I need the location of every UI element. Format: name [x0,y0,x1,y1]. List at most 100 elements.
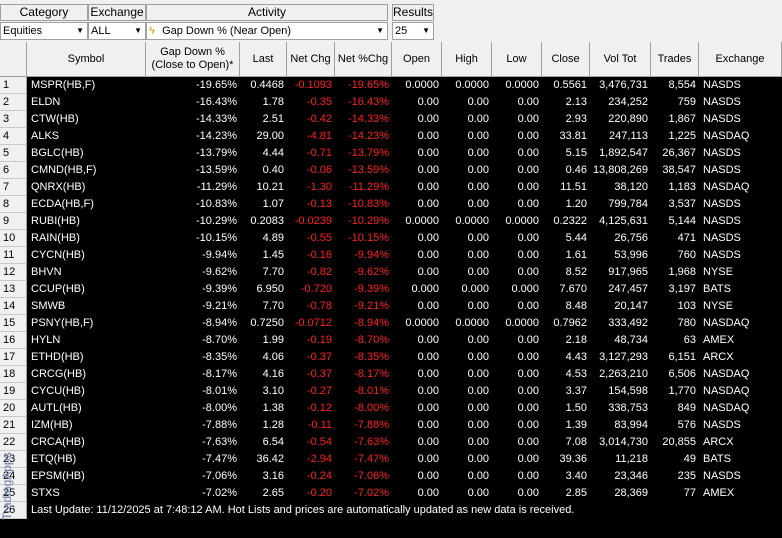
table-row[interactable]: 21 IZM(HB) -7.88% 1.28 -0.11 -7.88% 0.00 0.00 0.… [0,417,782,434]
table-row[interactable]: 9 RUBI(HB) -10.29% 0.2083 -0.0239 -10.29% 0.00… [0,213,782,230]
column-header-open[interactable]: Open [392,42,442,77]
column-header-low[interactable]: Low [492,42,542,77]
cell-close: 5.15 [565,147,587,159]
cell-high: 0.0000 [455,79,489,91]
cell-symbol[interactable]: CMND(HB,F) [27,162,146,179]
cell-gap-down-pct: -7.06% [202,470,237,482]
cell-last: 1.99 [262,334,284,346]
cell-trades: 5,144 [668,215,696,227]
cell-symbol[interactable]: MSPR(HB,F) [27,77,146,94]
column-header-net-pct-chg[interactable]: Net %Chg [335,42,392,77]
cell-high: 0.00 [467,470,489,482]
column-header-vol-tot[interactable]: Vol Tot [590,42,651,77]
table-row[interactable]: 16 HYLN -8.70% 1.99 -0.19 -8.70% 0.00 0.00 0.00 2… [0,332,782,349]
cell-high: 0.00 [467,147,489,159]
results-select[interactable]: 25 ▼ [392,22,434,40]
exchange-select[interactable]: ALL ▼ [88,22,146,40]
cell-row-number: 12 [0,264,27,281]
cell-close: 33.81 [559,130,587,142]
cell-low: 0.00 [517,113,539,125]
cell-net-chg: -0.37 [306,368,332,380]
cell-gap-down-pct: -8.01% [202,385,237,397]
cell-close: 2.93 [565,113,587,125]
cell-high: 0.00 [467,334,489,346]
table-row[interactable]: 23 ETQ(HB) -7.47% 36.42 -2.94 -7.47% 0.00 0.00 0… [0,451,782,468]
cell-gap-down-pct: -9.94% [202,249,237,261]
table-row[interactable]: 6 CMND(HB,F) -13.59% 0.40 -0.06 -13.59% 0.00 0.… [0,162,782,179]
cell-net-pct-chg: -7.47% [354,453,389,465]
cell-exchange: NASDAQ [703,317,750,329]
column-header-net-chg[interactable]: Net Chg [287,42,335,77]
table-row[interactable]: 19 CYCU(HB) -8.01% 3.10 -0.27 -8.01% 0.00 0.00 0… [0,383,782,400]
column-header-exchange[interactable]: Exchange [699,42,782,77]
cell-net-pct-chg: -8.35% [354,351,389,363]
cell-high: 0.00 [467,96,489,108]
cell-symbol[interactable]: ALKS [27,128,146,145]
results-label: Results [392,4,434,21]
cell-close: 1.39 [565,419,587,431]
column-header-gap-down-pct[interactable]: Gap Down % (Close to Open)* [146,42,240,77]
cell-symbol[interactable]: BHVN [27,264,146,281]
cell-row-number: 11 [0,247,27,264]
cell-symbol[interactable]: QNRX(HB) [27,179,146,196]
column-header-high[interactable]: High [442,42,492,77]
cell-net-pct-chg: -7.06% [354,470,389,482]
cell-symbol[interactable]: ETQ(HB) [27,451,146,468]
cell-exchange: NYSE [703,300,733,312]
column-header-close[interactable]: Close [542,42,590,77]
table-row[interactable]: 2 ELDN -16.43% 1.78 -0.35 -16.43% 0.00 0.00 0.00… [0,94,782,111]
cell-symbol[interactable]: RUBI(HB) [27,213,146,230]
cell-symbol[interactable]: STXS [27,485,146,502]
cell-symbol[interactable]: ECDA(HB,F) [27,196,146,213]
category-select[interactable]: Equities ▼ [0,22,88,40]
cell-symbol[interactable]: RAIN(HB) [27,230,146,247]
activity-select[interactable]: ϟ Gap Down % (Near Open) ▼ [146,22,388,40]
cell-net-pct-chg: -9.21% [354,300,389,312]
cell-gap-down-pct: -9.62% [202,266,237,278]
cell-symbol[interactable]: HYLN [27,332,146,349]
cell-symbol[interactable]: IZM(HB) [27,417,146,434]
cell-symbol[interactable]: CRCA(HB) [27,434,146,451]
cell-symbol[interactable]: EPSM(HB) [27,468,146,485]
exchange-filter: Exchange ALL ▼ [88,0,146,42]
cell-symbol[interactable]: PSNY(HB,F) [27,315,146,332]
table-row[interactable]: 18 CRCG(HB) -8.17% 4.16 -0.37 -8.17% 0.00 0.00 0… [0,366,782,383]
cell-symbol[interactable]: CRCG(HB) [27,366,146,383]
cell-symbol[interactable]: ELDN [27,94,146,111]
cell-high: 0.00 [467,130,489,142]
cell-net-chg: -0.0712 [294,317,332,329]
cell-symbol[interactable]: CYCN(HB) [27,247,146,264]
table-row[interactable]: 10 RAIN(HB) -10.15% 4.89 -0.55 -10.15% 0.00 0.0… [0,230,782,247]
cell-low: 0.00 [517,164,539,176]
table-row[interactable]: 24 EPSM(HB) -7.06% 3.16 -0.24 -7.06% 0.00 0.00 0… [0,468,782,485]
table-row[interactable]: 20 AUTL(HB) -8.00% 1.38 -0.12 -8.00% 0.00 0.00 0… [0,400,782,417]
column-header-symbol[interactable]: Symbol [27,42,146,77]
cell-symbol[interactable]: SMWB [27,298,146,315]
cell-last: 2.65 [262,487,284,499]
cell-symbol[interactable]: AUTL(HB) [27,400,146,417]
table-row[interactable]: 14 SMWB -9.21% 7.70 -0.78 -9.21% 0.00 0.00 0.00 8… [0,298,782,315]
cell-symbol[interactable]: CTW(HB) [27,111,146,128]
table-row[interactable]: 11 CYCN(HB) -9.94% 1.45 -0.16 -9.94% 0.00 0.00 0… [0,247,782,264]
table-row[interactable]: 7 QNRX(HB) -11.29% 10.21 -1.30 -11.29% 0.00 0.0… [0,179,782,196]
table-row[interactable]: 1 MSPR(HB,F) -19.65% 0.4468 -0.1093 -19.65% 0.… [0,77,782,94]
table-row[interactable]: 13 CCUP(HB) -9.39% 6.950 -0.720 -9.39% 0.000 0.… [0,281,782,298]
table-row[interactable]: 12 BHVN -9.62% 7.70 -0.82 -9.62% 0.00 0.00 0.00 8… [0,264,782,281]
table-row[interactable]: 8 ECDA(HB,F) -10.83% 1.07 -0.13 -10.83% 0.00 0.… [0,196,782,213]
cell-symbol[interactable]: CCUP(HB) [27,281,146,298]
table-row[interactable]: 22 CRCA(HB) -7.63% 6.54 -0.54 -7.63% 0.00 0.00 0… [0,434,782,451]
table-row[interactable]: 15 PSNY(HB,F) -8.94% 0.7250 -0.0712 -8.94% 0.0… [0,315,782,332]
table-row[interactable]: 4 ALKS -14.23% 29.00 -4.81 -14.23% 0.00 0.00 0.0… [0,128,782,145]
column-header-last[interactable]: Last [240,42,287,77]
column-header-trades[interactable]: Trades [651,42,699,77]
table-row[interactable]: 25 STXS -7.02% 2.65 -0.20 -7.02% 0.00 0.00 0.00 2… [0,485,782,502]
table-row[interactable]: 3 CTW(HB) -14.33% 2.51 -0.42 -14.33% 0.00 0.00 0… [0,111,782,128]
cell-symbol[interactable]: ETHD(HB) [27,349,146,366]
table-row[interactable]: 5 BGLC(HB) -13.79% 4.44 -0.71 -13.79% 0.00 0.00… [0,145,782,162]
cell-symbol[interactable]: CYCU(HB) [27,383,146,400]
table-row[interactable]: 17 ETHD(HB) -8.35% 4.06 -0.37 -8.35% 0.00 0.00 0… [0,349,782,366]
cell-exchange: NASDAQ [703,385,750,397]
cell-net-chg: -0.20 [306,487,332,499]
cell-symbol[interactable]: BGLC(HB) [27,145,146,162]
cell-net-chg: -0.82 [306,266,332,278]
